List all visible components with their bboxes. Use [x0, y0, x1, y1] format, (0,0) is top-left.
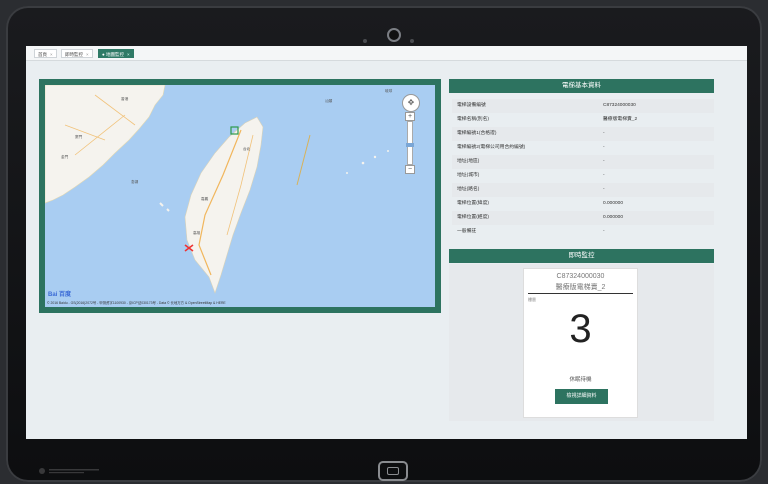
compass-icon: ✥: [407, 98, 415, 107]
map-label: 嘉義: [201, 197, 209, 201]
table-row: 地址(城市) -: [452, 169, 714, 183]
table-row: 地址(路名) -: [452, 183, 714, 197]
map-shapes: [45, 85, 389, 294]
row-key: 電梯編號1(合格證): [457, 131, 497, 136]
table-row: 電梯位置(經度) 0.000000: [452, 211, 714, 225]
row-key: 電梯位置(經度): [457, 215, 489, 220]
row-key: 一般備註: [457, 229, 477, 234]
row-key: 地址(城市): [457, 173, 480, 178]
table-row: 電梯編號2(電梯公司用合約編號) -: [452, 141, 714, 155]
map-label: 高雄: [193, 231, 201, 235]
camera-icon: [387, 28, 401, 42]
info-table: 電梯設備編號 C87324000030 電梯名稱(別名) 醫療版電梯賣_2 電梯編號…: [452, 99, 714, 239]
row-value: -: [603, 145, 605, 150]
row-key: 電梯位置(緯度): [457, 201, 489, 206]
table-row: 電梯位置(緯度) 0.000000: [452, 197, 714, 211]
baidu-logo: Bai 百度: [48, 292, 72, 298]
map-label: 澎湖: [131, 180, 139, 184]
close-icon[interactable]: ×: [50, 52, 53, 57]
pan-control[interactable]: ✥: [402, 94, 420, 112]
elevator-name: 醫療版電梯賣_2: [555, 284, 606, 291]
row-value: C87324000030: [603, 103, 636, 108]
map-canvas[interactable]: 金門 台北 嘉義 高雄 澎湖 香港 廈門 汕頭 琉球 ✥ + − Bai 百度 …: [45, 85, 435, 307]
map-label: 金門: [61, 155, 69, 159]
row-value: 醫療版電梯賣_2: [603, 117, 638, 122]
info-panel-title: 電梯基本資料: [449, 79, 714, 93]
row-key: 電梯名稱(別名): [457, 117, 489, 122]
row-value: -: [603, 173, 605, 178]
floor-number: 3: [569, 307, 592, 351]
table-row: 地址(地區) -: [452, 155, 714, 169]
close-icon[interactable]: ×: [86, 52, 89, 57]
row-key: 電梯設備編號: [457, 103, 486, 108]
zoom-slider-handle[interactable]: [406, 143, 414, 147]
table-row: 電梯名稱(別名) 醫療版電梯賣_2: [452, 113, 714, 127]
table-row: 電梯編號1(合格證) -: [452, 127, 714, 141]
row-value: 0.000000: [603, 215, 624, 220]
divider: [528, 293, 633, 294]
sensor-dot: [363, 39, 367, 43]
row-value: -: [603, 131, 605, 136]
map-label: 汕頭: [325, 99, 333, 103]
home-icon: [387, 467, 399, 475]
zoom-in-button[interactable]: +: [405, 112, 415, 121]
row-value: -: [603, 159, 605, 164]
row-key: 地址(路名): [457, 187, 480, 192]
tab-label: 首頁: [38, 52, 47, 57]
row-value: -: [603, 187, 605, 192]
tab-label: 地圖監控: [105, 52, 124, 57]
screen: 首頁 × 即時監控 × ● 地圖監控 × 金門 台北 嘉義 高雄 澎湖 香港 廈…: [26, 46, 747, 439]
map-label: 廈門: [75, 135, 83, 139]
sensor-dot: [410, 39, 414, 43]
home-button[interactable]: [378, 461, 408, 481]
map-attribution: © 2016 Baidu - GS(2016)2072号 - 甲测资字11009…: [47, 301, 226, 305]
tab-map-monitor[interactable]: ● 地圖監控 ×: [98, 49, 134, 58]
elevator-id: C87324000030: [556, 273, 605, 280]
elevator-card: C87324000030 醫療版電梯賣_2 樓層 3 休眠待機 檢視詳細資料: [523, 268, 638, 418]
map-label: 香港: [121, 97, 129, 101]
tab-label: 即時監控: [65, 52, 83, 57]
map-panel: 金門 台北 嘉義 高雄 澎湖 香港 廈門 汕頭 琉球 ✥ + − Bai 百度 …: [39, 79, 441, 313]
monitor-panel-title: 即時監控: [449, 249, 714, 263]
tab-bar: 首頁 × 即時監控 × ● 地圖監控 ×: [26, 46, 747, 61]
zoom-out-button[interactable]: −: [405, 165, 415, 174]
tab-realtime-monitor[interactable]: 即時監控 ×: [61, 49, 93, 58]
tab-home[interactable]: 首頁 ×: [34, 49, 57, 58]
row-key: 地址(地區): [457, 159, 480, 164]
map-label: 琉球: [385, 89, 393, 93]
floor-label: 樓層: [528, 297, 536, 302]
close-icon[interactable]: ×: [127, 52, 130, 57]
view-details-button[interactable]: 檢視詳細資料: [555, 389, 608, 404]
row-key: 電梯編號2(電梯公司用合約編號): [457, 145, 526, 150]
status-text: 休眠待機: [569, 377, 592, 383]
table-row: 電梯設備編號 C87324000030: [452, 99, 714, 113]
map-label: 台北: [243, 147, 251, 151]
brand-logo: [39, 468, 99, 474]
table-row: 一般備註 -: [452, 225, 714, 239]
row-value: 0.000000: [603, 201, 624, 206]
row-value: -: [603, 229, 605, 234]
